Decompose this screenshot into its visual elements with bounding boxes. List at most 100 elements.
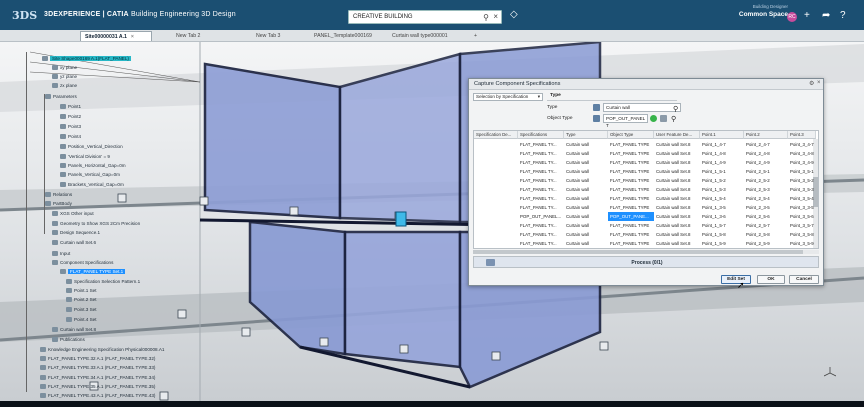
filter-icon[interactable] bbox=[660, 115, 667, 122]
tree-node[interactable]: Curtain wall Set.6 bbox=[52, 239, 96, 246]
tree-node[interactable]: Panels_Vertical_Gap=0m bbox=[60, 171, 120, 178]
table-cell[interactable]: Point_1_4-7 bbox=[700, 140, 744, 149]
tree-node[interactable]: yz plane bbox=[52, 73, 77, 80]
table-cell[interactable]: FLAT_PANEL TYPE bbox=[608, 185, 654, 194]
column-header[interactable]: Specifications bbox=[518, 131, 564, 139]
table-cell[interactable]: FLAT_PANEL TYPE bbox=[608, 176, 654, 185]
table-cell[interactable]: Point_1_5-9 bbox=[700, 239, 744, 248]
table-cell[interactable]: Curtain wall bbox=[564, 203, 608, 212]
tree-node[interactable]: xy plane bbox=[52, 64, 77, 71]
share-icon[interactable]: ➦ bbox=[822, 10, 830, 21]
table-cell[interactable]: Point_1_3-5 bbox=[700, 203, 744, 212]
avatar[interactable]: RC bbox=[787, 12, 797, 22]
table-cell[interactable]: Point_1_5-8 bbox=[700, 230, 744, 239]
table-cell[interactable] bbox=[474, 167, 518, 176]
tree-node[interactable]: Site Shape000169 A.1(FLAT_PANEL) bbox=[42, 55, 131, 62]
type-section-header[interactable]: Type bbox=[547, 93, 677, 101]
close-icon[interactable]: × bbox=[817, 80, 821, 86]
scroll-thumb[interactable] bbox=[473, 250, 803, 254]
tree-node[interactable]: Design Sequence.1 bbox=[52, 229, 100, 236]
tree-node[interactable]: FLAT_PANEL TYPE.34 A.1 (FLAT_PANEL TYPE.… bbox=[40, 374, 155, 381]
search-icon[interactable]: ⚲ bbox=[673, 105, 678, 113]
table-cell[interactable]: Point_2_5-3 bbox=[744, 185, 788, 194]
table-cell[interactable] bbox=[474, 239, 518, 248]
table-cell[interactable]: Curtain wall bbox=[564, 149, 608, 158]
table-cell[interactable] bbox=[474, 212, 518, 221]
table-cell[interactable] bbox=[474, 203, 518, 212]
table-cell[interactable]: Point_3_4-9 bbox=[788, 158, 816, 167]
specifications-table[interactable]: Specification De... Specifications Type Obj… bbox=[473, 130, 819, 249]
table-cell[interactable]: Point_1_3-6 bbox=[700, 212, 744, 221]
table-cell[interactable]: Point_3_5-8 bbox=[788, 230, 816, 239]
table-cell[interactable]: Point_3_5-4 bbox=[788, 194, 816, 203]
3ds-logo[interactable]: 3DS bbox=[12, 9, 37, 22]
table-cell[interactable]: Curtain wall Set.8 bbox=[654, 239, 700, 248]
table-cell[interactable]: Point_1_5-4 bbox=[700, 194, 744, 203]
table-cell[interactable]: FLAT_PANEL TY... bbox=[518, 167, 564, 176]
table-cell[interactable] bbox=[474, 149, 518, 158]
search-field[interactable]: CREATIVE BUILDING ⚲ × bbox=[348, 10, 502, 24]
table-cell[interactable]: FLAT_PANEL TYPE bbox=[608, 203, 654, 212]
column-header[interactable]: Type bbox=[564, 131, 608, 139]
table-cell[interactable]: Point_2_5-1 bbox=[744, 167, 788, 176]
collaborative-space-label[interactable]: Common Space bbox=[724, 11, 788, 18]
table-cell[interactable]: Point_2_5-7 bbox=[744, 221, 788, 230]
help-icon[interactable]: ? bbox=[840, 10, 846, 21]
table-cell[interactable]: POP_OUT_PANE... bbox=[608, 212, 654, 221]
table-cell[interactable]: Point_1_4-9 bbox=[700, 158, 744, 167]
tab-curtain-wall-type[interactable]: Curtain wall type000001 bbox=[388, 31, 452, 41]
table-cell[interactable]: Curtain wall bbox=[564, 230, 608, 239]
table-cell[interactable]: FLAT_PANEL TY... bbox=[518, 230, 564, 239]
table-cell[interactable]: Curtain wall bbox=[564, 185, 608, 194]
table-cell[interactable]: Curtain wall bbox=[564, 194, 608, 203]
cancel-button[interactable]: Cancel bbox=[789, 275, 819, 284]
tree-node[interactable]: 'Vertical Division' = 9 bbox=[60, 153, 110, 160]
table-cell[interactable]: Point_3_5-9 bbox=[788, 239, 816, 248]
table-cell[interactable]: FLAT_PANEL TY... bbox=[518, 185, 564, 194]
add-icon[interactable]: + bbox=[804, 10, 810, 21]
tree-node[interactable]: Parameters bbox=[45, 93, 77, 100]
table-cell[interactable]: Curtain wall Set.8 bbox=[654, 140, 700, 149]
settings-icon[interactable]: ⚙ bbox=[809, 80, 814, 87]
table-cell[interactable]: Point_3_3-5 bbox=[788, 203, 816, 212]
search-icon[interactable]: ⚲ bbox=[671, 115, 676, 123]
tree-node[interactable]: FLAT_PANEL TYPE.35 A.1 (FLAT_PANEL TYPE.… bbox=[40, 383, 155, 390]
table-cell[interactable]: FLAT_PANEL TY... bbox=[518, 158, 564, 167]
table-cell[interactable] bbox=[474, 176, 518, 185]
table-cell[interactable]: FLAT_PANEL TY... bbox=[518, 149, 564, 158]
tree-node[interactable]: Point2 bbox=[60, 113, 81, 120]
tree-node[interactable]: Point.3 Set bbox=[66, 306, 96, 313]
user-role-info[interactable]: Building Designer Common Space bbox=[724, 4, 788, 18]
table-cell[interactable]: Point_2_5-9 bbox=[744, 239, 788, 248]
tree-node[interactable]: Input bbox=[52, 250, 70, 257]
tree-node[interactable]: Curtain wall Set.8 bbox=[52, 326, 96, 333]
tree-node[interactable]: Point4 bbox=[60, 133, 81, 140]
table-cell[interactable]: Curtain wall bbox=[564, 167, 608, 176]
tab-new-3[interactable]: New Tab 3 bbox=[252, 31, 284, 41]
column-header[interactable]: Specification De... bbox=[474, 131, 518, 139]
tab-new-2[interactable]: New Tab 2 bbox=[172, 31, 204, 41]
table-cell[interactable]: Point_3_5-7 bbox=[788, 221, 816, 230]
column-header[interactable]: User Feature De... bbox=[654, 131, 700, 139]
compass-icon[interactable] bbox=[824, 367, 836, 379]
table-cell[interactable]: Point_2_5-2 bbox=[744, 176, 788, 185]
edit-set-button[interactable]: Edit Set bbox=[721, 275, 751, 284]
table-cell[interactable]: Curtain wall Set.8 bbox=[654, 230, 700, 239]
clear-search-icon[interactable]: × bbox=[493, 12, 498, 21]
table-cell[interactable] bbox=[474, 185, 518, 194]
table-cell[interactable]: Curtain wall Set.8 bbox=[654, 176, 700, 185]
type-field[interactable]: Curtain wall bbox=[603, 103, 681, 112]
column-header[interactable]: Point.2 bbox=[744, 131, 788, 139]
tree-node[interactable]: Brackets_Vertical_Gap=0m bbox=[60, 181, 124, 188]
table-cell[interactable]: Curtain wall Set.8 bbox=[654, 212, 700, 221]
table-cell[interactable]: Point_3_4-7 bbox=[788, 140, 816, 149]
table-cell[interactable]: FLAT_PANEL TY... bbox=[518, 140, 564, 149]
new-tab-button[interactable]: + bbox=[470, 31, 481, 41]
table-cell[interactable] bbox=[474, 140, 518, 149]
table-cell[interactable]: Curtain wall bbox=[564, 176, 608, 185]
column-header[interactable]: Point.3 bbox=[788, 131, 816, 139]
table-cell[interactable]: Curtain wall Set.8 bbox=[654, 158, 700, 167]
table-cell[interactable]: Point_1_4-8 bbox=[700, 149, 744, 158]
tree-node[interactable]: FLAT_PANEL TYPE.32 A.1 (FLAT_PANEL TYPE.… bbox=[40, 355, 155, 362]
dialog-title-bar[interactable]: Capture Component Specifications ⚙ × bbox=[469, 79, 823, 90]
